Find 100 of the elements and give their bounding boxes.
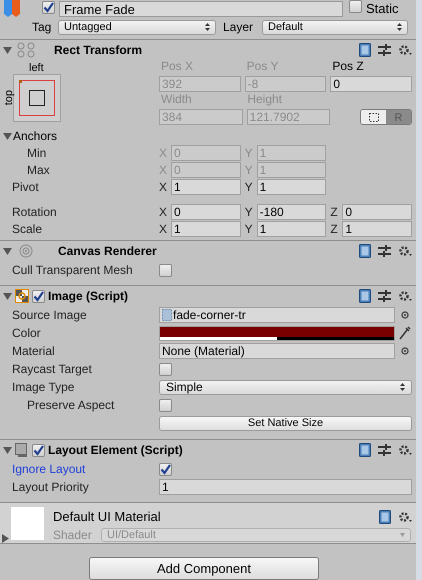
component-title: Canvas Renderer: [58, 243, 157, 260]
checkbox[interactable]: [32, 444, 45, 456]
settings-icon[interactable]: [398, 444, 412, 456]
property-label: Scale: [11, 220, 44, 238]
rect-transform-icon: [16, 42, 36, 58]
settings-icon[interactable]: [398, 44, 412, 56]
object-picker-icon[interactable]: [401, 347, 409, 355]
checkbox[interactable]: [42, 0, 55, 14]
property-label: Rotation: [11, 204, 58, 220]
help-icon[interactable]: [359, 289, 371, 303]
checkbox[interactable]: [349, 0, 362, 12]
presets-icon[interactable]: [378, 245, 391, 257]
checkbox[interactable]: [159, 462, 172, 476]
anchor-horizontal-label: left: [29, 61, 45, 74]
material-title: Default UI Material: [53, 508, 161, 526]
check-icon: [33, 444, 44, 456]
axis-label: X: [159, 144, 168, 162]
anchor-preset-drawing: [19, 80, 55, 116]
axis-label: Y: [244, 144, 254, 162]
property-label: Min: [26, 144, 48, 162]
object-field[interactable]: fade-corner-tr: [159, 307, 395, 323]
component-title: Layout Element (Script): [48, 442, 183, 459]
foldout-arrow-icon[interactable]: [3, 292, 12, 300]
checkbox[interactable]: [32, 290, 45, 302]
property-label: Raycast Target: [11, 361, 93, 378]
axis-label: Y: [244, 220, 254, 238]
number-field[interactable]: -180: [256, 204, 326, 220]
field-label: Height: [246, 91, 284, 108]
axis-label: Y: [244, 204, 254, 220]
field-label: Width: [160, 91, 193, 108]
object-picker-icon[interactable]: [401, 311, 409, 319]
axis-label: Y: [244, 162, 254, 178]
property-label: Cull Transparent Mesh: [11, 262, 134, 279]
axis-label: Y: [244, 178, 254, 196]
property-label: Source Image: [11, 307, 88, 324]
axis-label: X: [159, 178, 168, 196]
help-icon[interactable]: [359, 443, 371, 457]
property-label: Ignore Layout: [11, 461, 86, 478]
property-label: Max: [26, 162, 51, 178]
foldout-arrow-icon[interactable]: [1, 534, 10, 543]
axis-label: X: [159, 220, 168, 238]
dropdown-arrows-icon: [397, 23, 402, 31]
axis-label: X: [159, 162, 168, 178]
foldout-arrow-icon[interactable]: [3, 246, 12, 256]
eyedropper-icon[interactable]: [399, 326, 411, 340]
property-label: Preserve Aspect: [26, 397, 116, 414]
layout-element-icon: [15, 443, 29, 457]
foldout-arrow-icon[interactable]: [3, 46, 12, 54]
image-component-icon: [15, 289, 29, 303]
component-title: Rect Transform: [54, 42, 142, 59]
property-label: Image Type: [11, 379, 76, 396]
name-field[interactable]: Frame Fade: [59, 0, 343, 16]
axis-label: Z: [330, 204, 339, 220]
set-native-size-button[interactable]: Set Native Size: [159, 416, 412, 431]
component-title: Image (Script): [48, 288, 128, 305]
axis-label: X: [159, 204, 168, 220]
property-label: Material: [11, 343, 56, 360]
settings-icon[interactable]: [398, 290, 412, 302]
checkbox[interactable]: [159, 362, 172, 376]
color-field[interactable]: [159, 326, 395, 340]
number-field[interactable]: 0: [342, 204, 412, 220]
material-preview: [11, 507, 44, 540]
help-icon[interactable]: [379, 510, 391, 524]
add-component-button[interactable]: Add Component: [89, 557, 319, 580]
field-label: Pos X: [160, 58, 194, 75]
presets-icon[interactable]: [378, 290, 391, 302]
number-field[interactable]: 0: [171, 204, 241, 220]
blueprint-mode-button[interactable]: [361, 110, 386, 124]
number-field[interactable]: 1: [171, 220, 241, 236]
dropdown[interactable]: Simple: [159, 380, 412, 394]
tag-dropdown[interactable]: Untagged: [58, 20, 216, 34]
field-label: Pos Z: [331, 58, 365, 75]
help-icon[interactable]: [359, 244, 371, 258]
dropdown-arrows-icon: [205, 23, 210, 31]
anchor-preset-button[interactable]: [13, 74, 61, 122]
object-field[interactable]: None (Material): [159, 343, 395, 359]
settings-icon[interactable]: [398, 510, 412, 524]
help-icon[interactable]: [359, 43, 371, 57]
foldout-arrow-icon[interactable]: [3, 446, 12, 454]
layer-label: Layer: [223, 19, 254, 36]
settings-icon[interactable]: [398, 244, 412, 258]
number-field[interactable]: 1: [171, 178, 241, 194]
presets-icon[interactable]: [378, 444, 391, 456]
number-field[interactable]: 0: [330, 76, 412, 92]
number-field[interactable]: 1: [256, 178, 326, 194]
dropdown-arrow-icon: [400, 533, 405, 537]
checkbox[interactable]: [159, 398, 172, 412]
property-label: Color: [11, 325, 42, 342]
checkbox[interactable]: [159, 264, 172, 276]
number-field[interactable]: 1: [256, 220, 326, 236]
dotted-square-icon: [368, 112, 379, 122]
text-field[interactable]: 1: [159, 479, 412, 495]
static-label: Static: [366, 0, 399, 18]
foldout-arrow-icon[interactable]: [3, 132, 12, 140]
number-field[interactable]: 1: [342, 220, 412, 236]
anchor-vertical-label: top: [2, 90, 13, 106]
property-label: Pivot: [11, 178, 40, 196]
layer-dropdown[interactable]: Default: [262, 20, 408, 34]
dropdown-arrows-icon: [400, 383, 405, 391]
presets-icon[interactable]: [378, 44, 391, 56]
